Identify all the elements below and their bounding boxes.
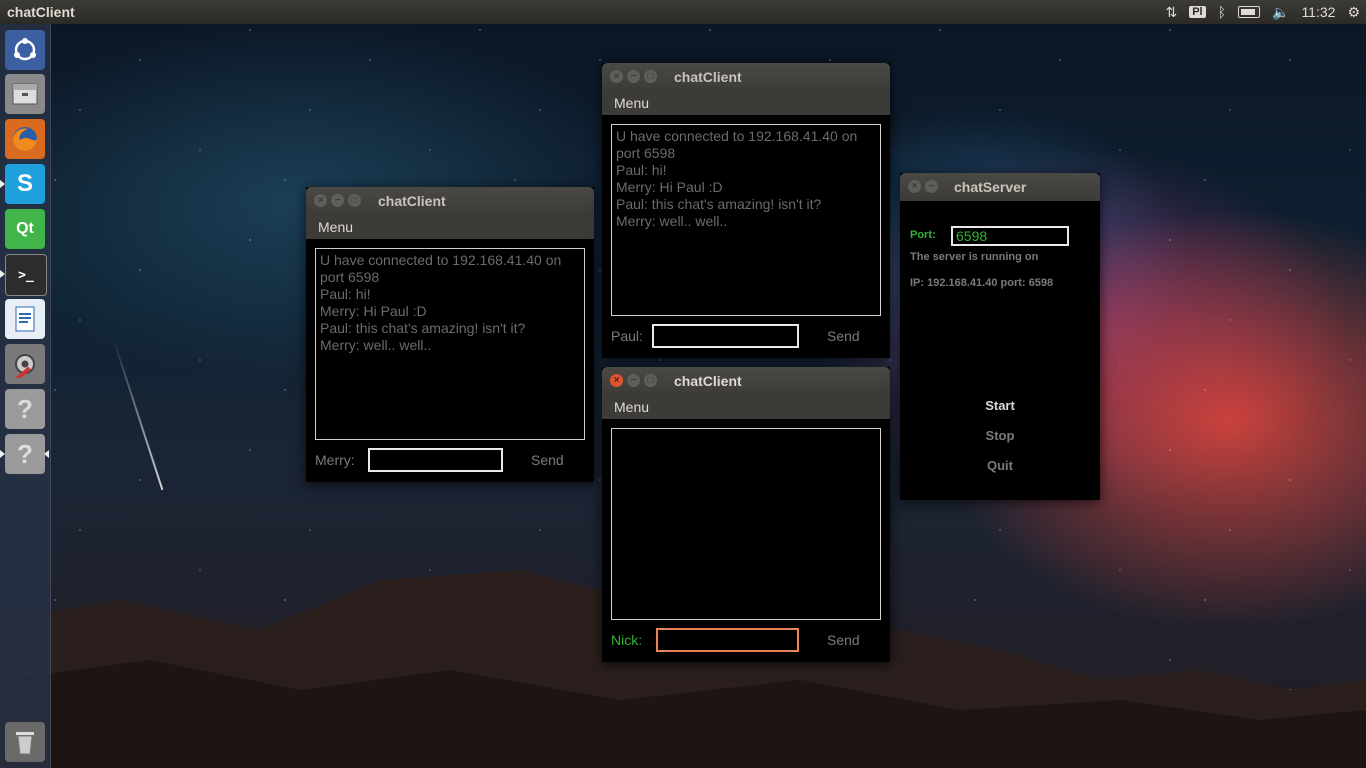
chat-server-window: × − chatServer Port: The server is runni… bbox=[900, 173, 1100, 500]
keyboard-layout-indicator[interactable]: Pl bbox=[1189, 6, 1206, 18]
close-icon[interactable]: × bbox=[610, 374, 623, 387]
chat-log[interactable]: U have connected to 192.168.41.40 on por… bbox=[315, 248, 585, 440]
window-titlebar[interactable]: × − □ chatClient bbox=[602, 63, 890, 91]
send-button[interactable]: Send bbox=[531, 452, 564, 468]
chat-client-window-nick: × − □ chatClient Menu Nick: Send bbox=[602, 367, 890, 662]
window-title: chatClient bbox=[674, 373, 742, 389]
window-titlebar[interactable]: × − □ chatClient bbox=[602, 367, 890, 395]
top-panel: chatClient ⇅ Pl ᛒ 🔈 11:32 ⚙ bbox=[0, 0, 1366, 24]
gear-icon[interactable]: ⚙ bbox=[1347, 4, 1360, 21]
quit-button[interactable]: Quit bbox=[900, 458, 1100, 473]
skype-icon[interactable]: S bbox=[5, 164, 45, 204]
maximize-icon[interactable]: □ bbox=[348, 194, 361, 207]
nick-label: Nick: bbox=[611, 632, 643, 648]
desktop-meteor bbox=[112, 337, 164, 491]
menu-bar: Menu bbox=[602, 91, 890, 115]
message-input[interactable] bbox=[652, 324, 799, 348]
port-label: Port: bbox=[910, 229, 936, 241]
network-icon[interactable]: ⇅ bbox=[1165, 4, 1177, 21]
minimize-icon[interactable]: − bbox=[627, 374, 640, 387]
file-manager-icon[interactable] bbox=[5, 74, 45, 114]
indicator-area: ⇅ Pl ᛒ 🔈 11:32 ⚙ bbox=[1165, 0, 1360, 24]
minimize-icon[interactable]: − bbox=[331, 194, 344, 207]
stop-button[interactable]: Stop bbox=[900, 428, 1100, 443]
close-icon[interactable]: × bbox=[908, 180, 921, 193]
ubuntu-logo-icon[interactable] bbox=[5, 30, 45, 70]
send-button[interactable]: Send bbox=[827, 328, 860, 344]
start-button[interactable]: Start bbox=[900, 398, 1100, 413]
launcher: S Qt >_ ? ? bbox=[0, 24, 51, 768]
clock[interactable]: 11:32 bbox=[1301, 4, 1335, 20]
chat-client-window-merry: × − □ chatClient Menu U have connected t… bbox=[306, 187, 594, 482]
menu-item-menu[interactable]: Menu bbox=[318, 219, 353, 235]
chat-message: Merry: well.. well.. bbox=[616, 213, 728, 229]
window-titlebar[interactable]: × − chatServer bbox=[900, 173, 1100, 201]
nick-label: Merry: bbox=[315, 452, 355, 468]
nick-label: Paul: bbox=[611, 328, 643, 344]
chat-message: Paul: hi! bbox=[616, 162, 667, 178]
close-icon[interactable]: × bbox=[314, 194, 327, 207]
chat-message: Merry: Hi Paul :D bbox=[320, 303, 427, 319]
trash-icon[interactable] bbox=[5, 722, 45, 762]
menu-item-menu[interactable]: Menu bbox=[614, 95, 649, 111]
chat-message: U have connected to 192.168.41.40 on por… bbox=[320, 252, 562, 285]
chat-message: Paul: this chat's amazing! isn't it? bbox=[616, 196, 822, 212]
settings-icon[interactable] bbox=[5, 344, 45, 384]
chat-message: U have connected to 192.168.41.40 on por… bbox=[616, 128, 858, 161]
unknown-app-icon[interactable]: ? bbox=[5, 389, 45, 429]
minimize-icon[interactable]: − bbox=[925, 180, 938, 193]
maximize-icon[interactable]: □ bbox=[644, 70, 657, 83]
window-title: chatClient bbox=[674, 69, 742, 85]
bluetooth-icon[interactable]: ᛒ bbox=[1218, 4, 1226, 20]
chat-message: Paul: hi! bbox=[320, 286, 371, 302]
unknown-app-icon[interactable]: ? bbox=[5, 434, 45, 474]
menu-item-menu[interactable]: Menu bbox=[614, 399, 649, 415]
window-title: chatServer bbox=[954, 179, 1027, 195]
chat-client-window-paul: × − □ chatClient Menu U have connected t… bbox=[602, 63, 890, 358]
active-indicator bbox=[44, 450, 49, 458]
menu-bar: Menu bbox=[306, 215, 594, 239]
firefox-icon[interactable] bbox=[5, 119, 45, 159]
qt-creator-icon[interactable]: Qt bbox=[5, 209, 45, 249]
chat-log[interactable]: U have connected to 192.168.41.40 on por… bbox=[611, 124, 881, 316]
send-button[interactable]: Send bbox=[827, 632, 860, 648]
writer-icon[interactable] bbox=[5, 299, 45, 339]
running-indicator bbox=[0, 180, 5, 188]
close-icon[interactable]: × bbox=[610, 70, 623, 83]
message-input[interactable] bbox=[656, 628, 799, 652]
running-indicator bbox=[0, 450, 5, 458]
menu-bar: Menu bbox=[602, 395, 890, 419]
chat-message: Merry: Hi Paul :D bbox=[616, 179, 723, 195]
chat-message: Paul: this chat's amazing! isn't it? bbox=[320, 320, 526, 336]
active-app-title: chatClient bbox=[7, 4, 75, 20]
port-input[interactable] bbox=[951, 226, 1069, 246]
server-status-line1: The server is running on bbox=[910, 251, 1039, 263]
window-titlebar[interactable]: × − □ chatClient bbox=[306, 187, 594, 215]
volume-icon[interactable]: 🔈 bbox=[1272, 4, 1289, 21]
window-title: chatClient bbox=[378, 193, 446, 209]
message-input[interactable] bbox=[368, 448, 503, 472]
minimize-icon[interactable]: − bbox=[627, 70, 640, 83]
terminal-icon[interactable]: >_ bbox=[5, 254, 47, 296]
chat-message: Merry: well.. well.. bbox=[320, 337, 432, 353]
server-status-line2: IP: 192.168.41.40 port: 6598 bbox=[910, 277, 1054, 289]
maximize-icon[interactable]: □ bbox=[644, 374, 657, 387]
battery-icon[interactable] bbox=[1238, 6, 1260, 18]
running-indicator bbox=[0, 270, 5, 278]
chat-log[interactable] bbox=[611, 428, 881, 620]
